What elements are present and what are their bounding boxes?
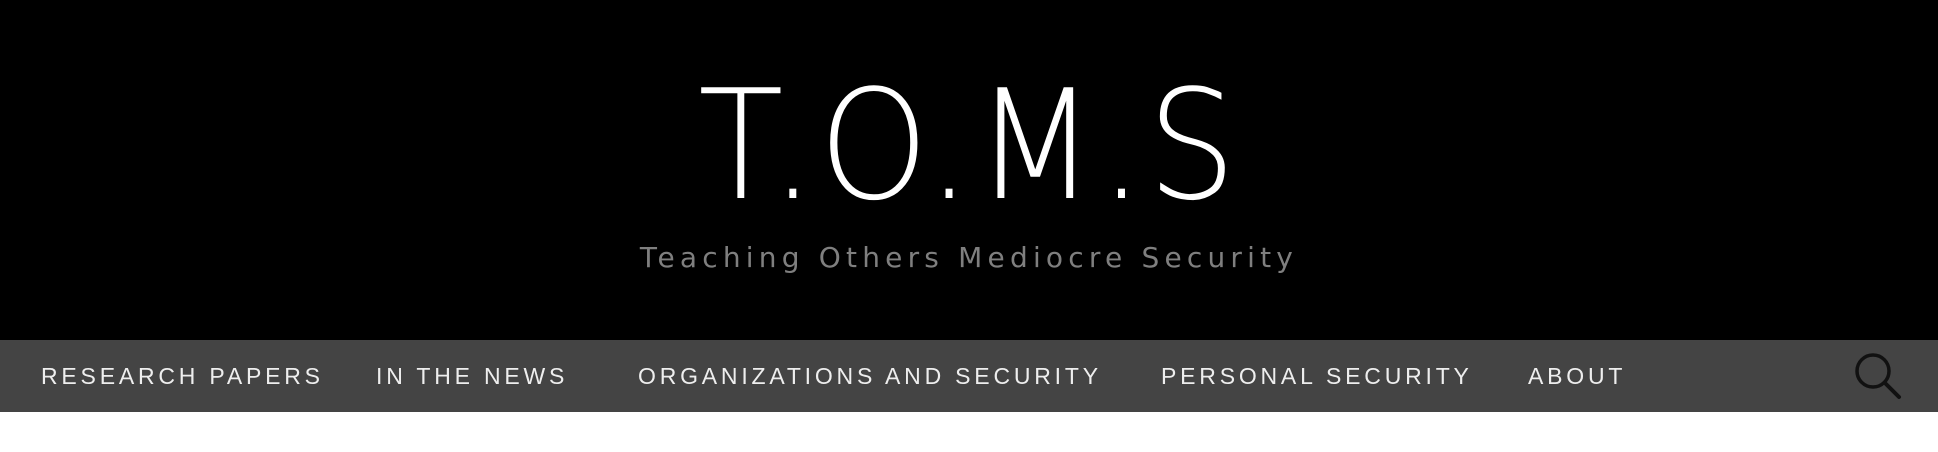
search-button[interactable] <box>1852 350 1904 402</box>
nav-item-in-the-news[interactable]: IN THE NEWS <box>376 340 568 412</box>
nav-item-about[interactable]: ABOUT <box>1528 340 1626 412</box>
nav-item-research-papers[interactable]: RESEARCH PAPERS <box>41 340 324 412</box>
main-navigation: RESEARCH PAPERS IN THE NEWS ORGANIZATION… <box>0 340 1938 412</box>
site-title[interactable]: T.O.M.S <box>78 70 1861 222</box>
nav-item-personal-security[interactable]: PERSONAL SECURITY <box>1161 340 1473 412</box>
search-icon <box>1855 353 1901 399</box>
page-content <box>0 412 1938 452</box>
site-tagline: Teaching Others Mediocre Security <box>639 241 1299 274</box>
site-header: T.O.M.S Teaching Others Mediocre Securit… <box>0 0 1938 340</box>
nav-item-organizations-and-security[interactable]: ORGANIZATIONS AND SECURITY <box>638 340 1102 412</box>
